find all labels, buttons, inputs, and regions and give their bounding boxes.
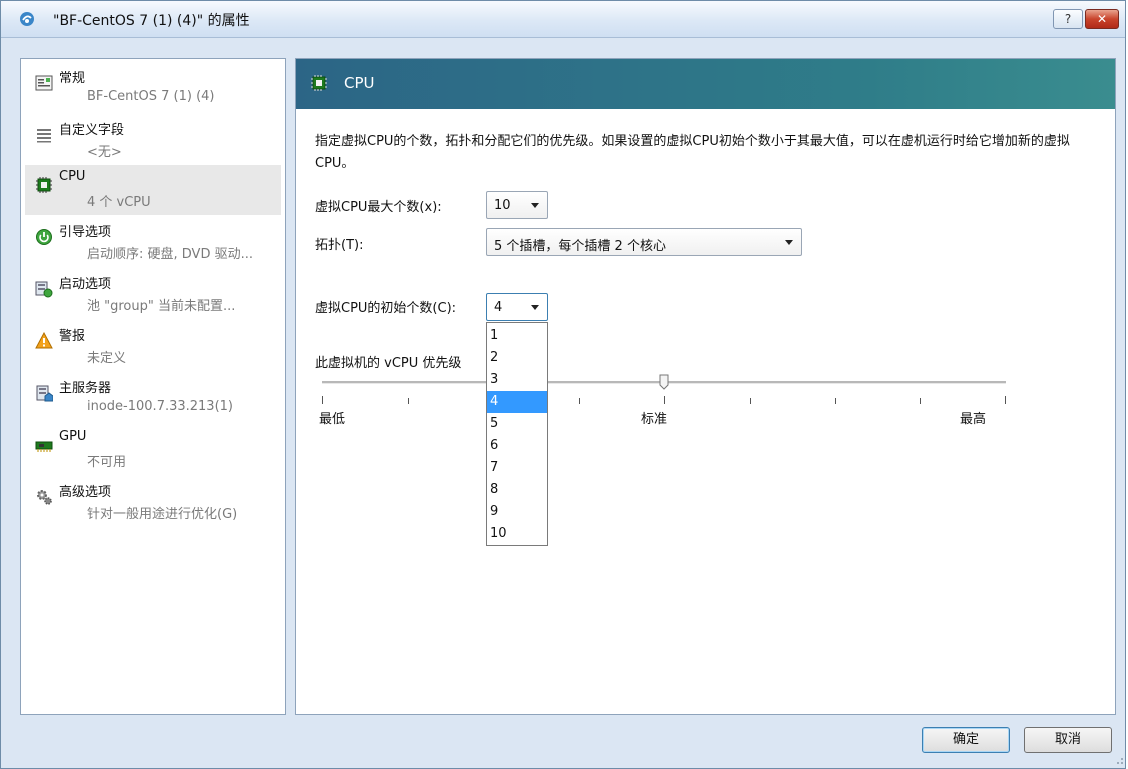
advanced-options-icon — [37, 490, 52, 505]
slider-tick — [664, 396, 665, 404]
slider-tick — [750, 398, 751, 404]
initial-vcpu-select[interactable]: 4 — [486, 293, 548, 321]
topology-select[interactable]: 5 个插槽，每个插槽 2 个核心 — [486, 228, 802, 256]
max-vcpu-label: 虚拟CPU最大个数(x): — [315, 200, 442, 215]
dropdown-option[interactable]: 6 — [487, 435, 547, 457]
nav-item-title: 常规 — [59, 71, 86, 86]
panel-title: CPU — [344, 74, 375, 92]
title-bar[interactable]: "BF-CentOS 7 (1) (4)" 的属性 ? ✕ — [1, 1, 1125, 38]
nav-item-title: CPU — [59, 169, 86, 184]
nav-item-advanced-options[interactable]: 高级选项 针对一般用途进行优化(G) — [25, 477, 281, 527]
nav-item-subtitle: 池 "group" 当前未配置... — [87, 299, 236, 314]
priority-max-label: 最高 — [960, 412, 987, 427]
nav-item-title: GPU — [59, 429, 87, 444]
nav-item-subtitle: BF-CentOS 7 (1) (4) — [87, 89, 215, 104]
priority-slider-thumb[interactable] — [659, 374, 669, 390]
nav-item-title: 高级选项 — [59, 485, 112, 500]
nav-item-title: 主服务器 — [59, 381, 112, 396]
chevron-down-icon — [785, 240, 793, 245]
cpu-icon — [36, 177, 52, 193]
dropdown-option[interactable]: 8 — [487, 479, 547, 501]
nav-item-alerts[interactable]: 警报 未定义 — [25, 321, 281, 371]
slider-tick — [1005, 396, 1006, 404]
initial-vcpu-value: 4 — [494, 300, 503, 315]
nav-item-home-server[interactable]: 主服务器 inode-100.7.33.213(1) — [25, 373, 281, 423]
cancel-button[interactable]: 取消 — [1024, 727, 1112, 753]
nav-item-start-options[interactable]: 启动选项 池 "group" 当前未配置... — [25, 269, 281, 319]
dropdown-option[interactable]: 1 — [487, 325, 547, 347]
topology-label: 拓扑(T): — [315, 238, 364, 253]
nav-item-title: 引导选项 — [59, 225, 112, 240]
topology-value: 5 个插槽，每个插槽 2 个核心 — [494, 239, 666, 254]
custom-fields-icon — [37, 129, 51, 143]
nav-item-subtitle: <无> — [87, 145, 122, 160]
alert-icon — [35, 332, 53, 349]
resize-grip-icon[interactable] — [1114, 755, 1124, 765]
priority-label: 此虚拟机的 vCPU 优先级 — [315, 356, 462, 371]
dropdown-option[interactable]: 10 — [487, 523, 547, 545]
nav-item-boot-options[interactable]: 引导选项 启动顺序: 硬盘, DVD 驱动... — [25, 217, 281, 267]
priority-min-label: 最低 — [319, 412, 346, 427]
dropdown-option[interactable]: 9 — [487, 501, 547, 523]
priority-mid-label: 标准 — [641, 412, 668, 427]
nav-item-subtitle: 不可用 — [87, 455, 127, 470]
nav-item-title: 启动选项 — [59, 277, 112, 292]
panel-header: CPU — [296, 59, 1115, 109]
dropdown-option-selected[interactable]: 4 — [487, 391, 547, 413]
initial-vcpu-label: 虚拟CPU的初始个数(C): — [315, 301, 457, 316]
cpu-settings-panel: CPU 指定虚拟CPU的个数，拓扑和分配它们的优先级。如果设置的虚拟CPU初始个… — [295, 58, 1116, 715]
nav-item-subtitle: 启动顺序: 硬盘, DVD 驱动... — [87, 247, 253, 262]
slider-tick — [835, 398, 836, 404]
window-title: "BF-CentOS 7 (1) (4)" 的属性 — [53, 13, 250, 29]
nav-item-cpu[interactable]: CPU 4 个 vCPU — [25, 165, 281, 215]
gpu-icon — [35, 441, 53, 452]
cpu-icon — [311, 75, 327, 91]
slider-tick — [920, 398, 921, 404]
nav-item-subtitle: 4 个 vCPU — [87, 195, 151, 210]
chevron-down-icon — [531, 305, 539, 310]
help-button[interactable]: ? — [1053, 9, 1083, 29]
close-button[interactable]: ✕ — [1085, 9, 1119, 29]
nav-item-gpu[interactable]: GPU 不可用 — [25, 425, 281, 475]
ok-button[interactable]: 确定 — [922, 727, 1010, 753]
nav-item-general[interactable]: 常规 BF-CentOS 7 (1) (4) — [25, 63, 281, 113]
nav-item-custom-fields[interactable]: 自定义字段 <无> — [25, 115, 281, 165]
dropdown-option[interactable]: 3 — [487, 369, 547, 391]
start-options-icon — [35, 281, 53, 298]
dropdown-option[interactable]: 7 — [487, 457, 547, 479]
nav-item-subtitle: 未定义 — [87, 351, 127, 366]
max-vcpu-select[interactable]: 10 — [486, 191, 548, 219]
app-icon — [20, 12, 34, 26]
dropdown-option[interactable]: 2 — [487, 347, 547, 369]
max-vcpu-value: 10 — [494, 198, 511, 213]
slider-tick — [322, 396, 323, 404]
nav-item-subtitle: 针对一般用途进行优化(G) — [87, 507, 238, 522]
home-server-icon — [36, 385, 53, 402]
slider-tick — [408, 398, 409, 404]
initial-vcpu-dropdown-list: 1 2 3 4 5 6 7 8 9 10 — [486, 322, 548, 546]
dropdown-option[interactable]: 5 — [487, 413, 547, 435]
nav-item-title: 警报 — [59, 329, 86, 344]
nav-item-title: 自定义字段 — [59, 123, 125, 138]
nav-item-subtitle: inode-100.7.33.213(1) — [87, 399, 233, 414]
boot-options-icon — [36, 229, 52, 245]
property-nav-list: 常规 BF-CentOS 7 (1) (4) 自定义字段 <无> CPU 4 个… — [20, 58, 286, 715]
chevron-down-icon — [531, 203, 539, 208]
panel-description: 指定虚拟CPU的个数，拓扑和分配它们的优先级。如果设置的虚拟CPU初始个数小于其… — [315, 134, 1070, 171]
general-icon — [35, 75, 53, 91]
slider-tick — [579, 398, 580, 404]
